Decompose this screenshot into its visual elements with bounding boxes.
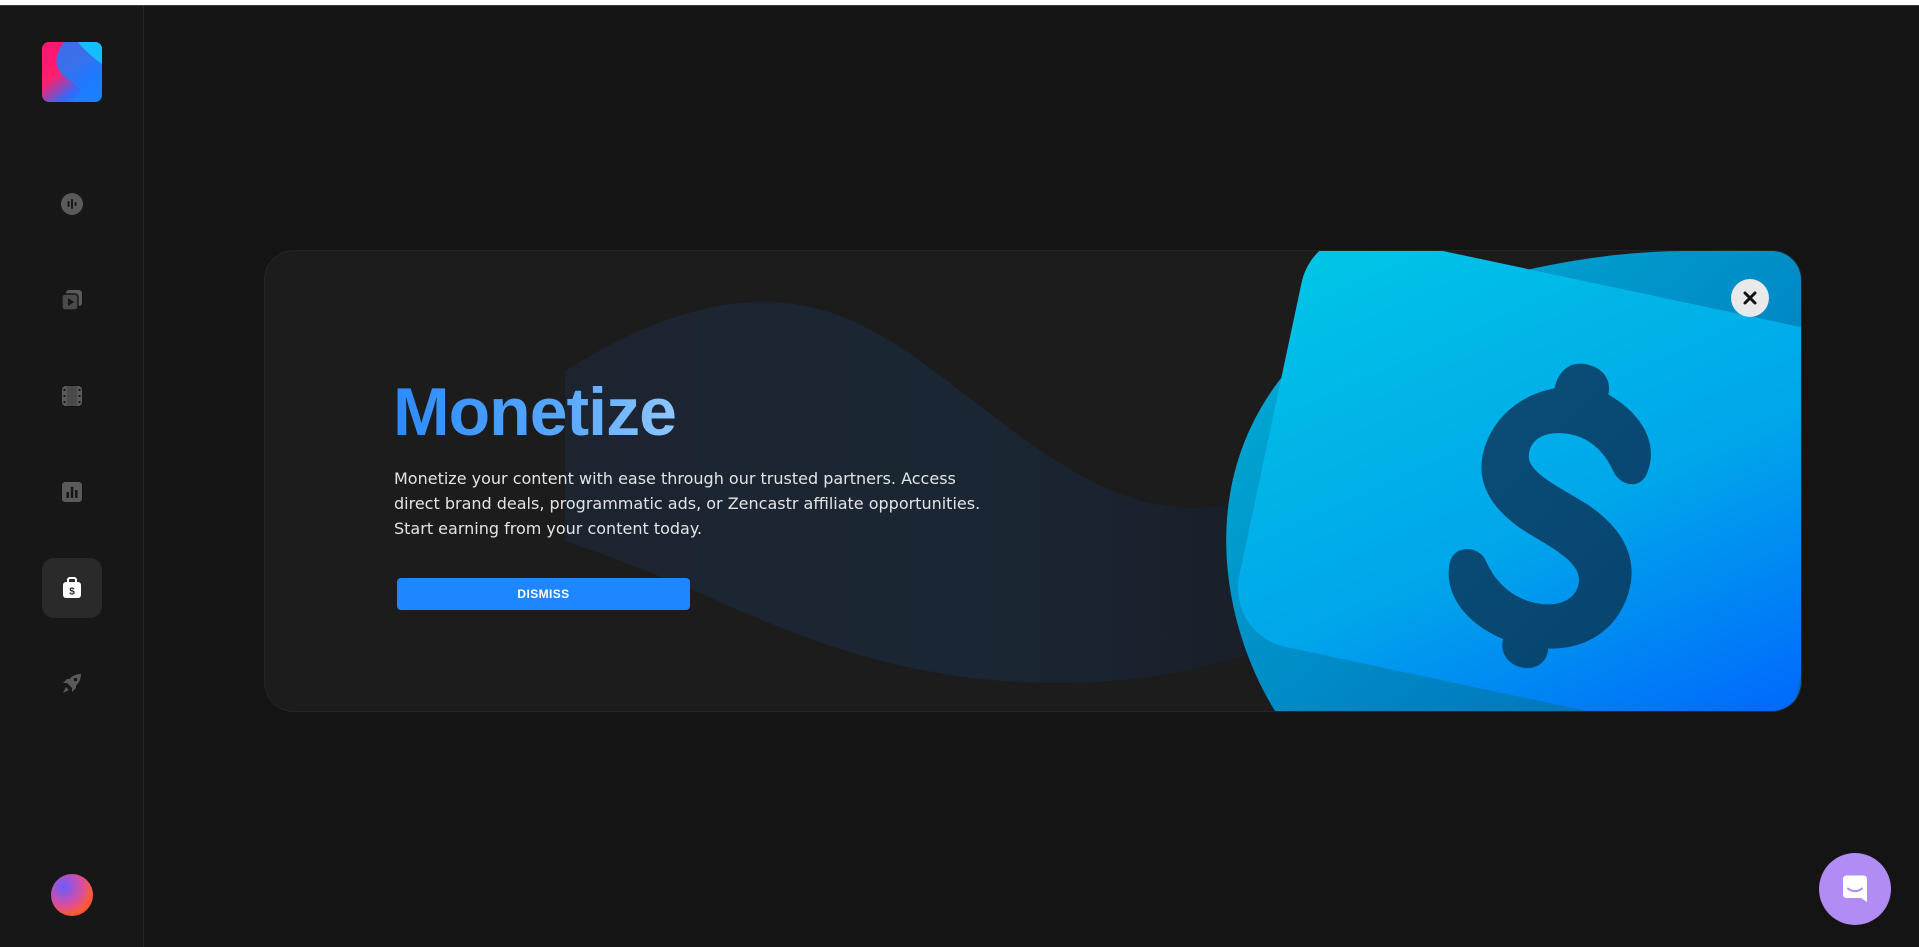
promo-title: Monetize [393, 374, 677, 450]
bar-chart-icon [62, 482, 82, 502]
podcast-icon [61, 193, 83, 215]
sidebar: $ [0, 6, 144, 947]
zencastr-logo-icon[interactable] [42, 42, 102, 102]
svg-text:$: $ [69, 587, 75, 598]
sidebar-item-analytics[interactable] [42, 462, 102, 522]
money-bag-icon: $ [63, 577, 81, 598]
sidebar-item-podcasts[interactable] [42, 174, 102, 234]
sidebar-item-episodes[interactable] [42, 270, 102, 330]
sidebar-item-monetize[interactable]: $ [42, 558, 102, 618]
chat-launcher-button[interactable] [1819, 853, 1891, 925]
user-avatar[interactable] [51, 874, 93, 916]
chat-bubble-icon [1843, 875, 1867, 902]
dismiss-button[interactable]: DISMISS [397, 578, 690, 610]
rocket-icon [63, 674, 81, 693]
film-icon [62, 386, 82, 406]
monetize-promo-card: Monetize Monetize your content with ease… [264, 250, 1802, 712]
close-icon [1743, 291, 1757, 305]
episodes-icon [61, 290, 82, 311]
promo-description: Monetize your content with ease through … [394, 469, 981, 538]
sidebar-item-video[interactable] [42, 366, 102, 426]
sidebar-item-launch[interactable] [42, 654, 102, 714]
window-top-edge [0, 0, 1919, 6]
close-button[interactable] [1731, 279, 1769, 317]
